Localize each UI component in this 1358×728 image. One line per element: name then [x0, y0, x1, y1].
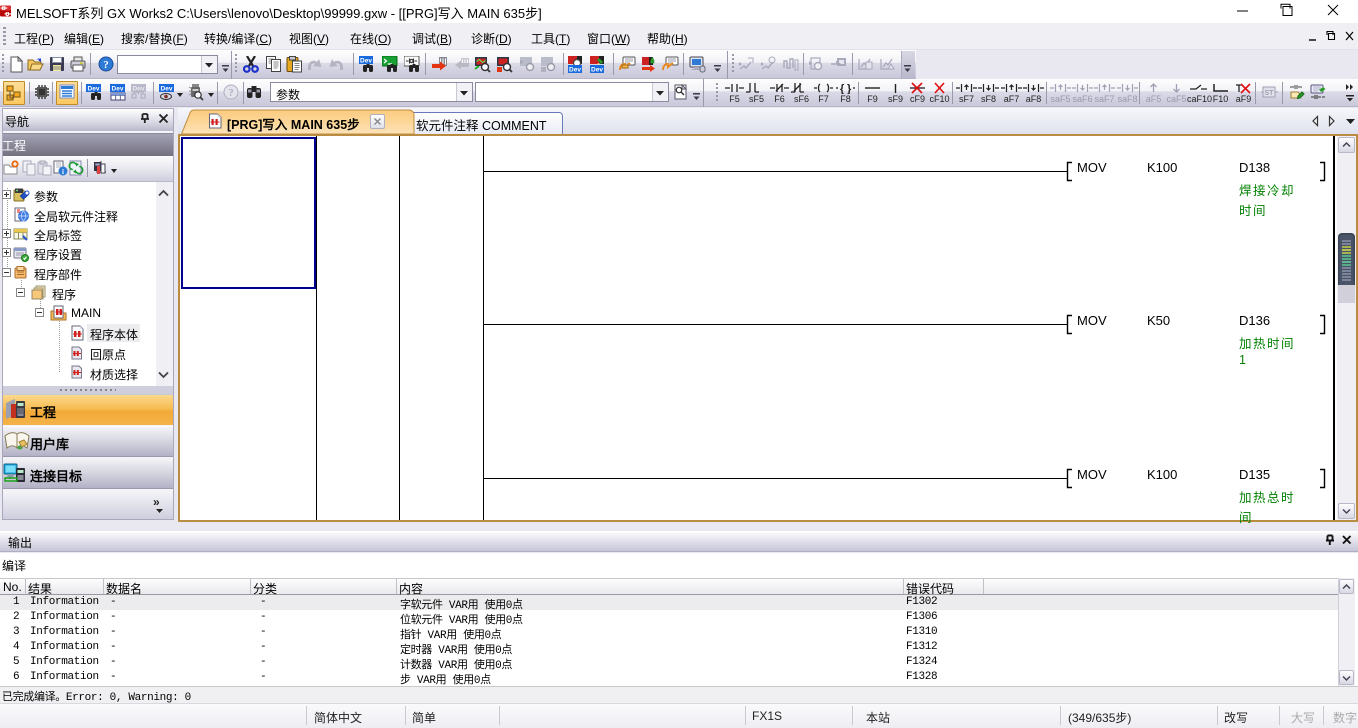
- svg-text:Dev: Dev: [569, 67, 581, 74]
- svg-text:Dev: Dev: [591, 67, 603, 74]
- svg-text:Dev: Dev: [88, 86, 100, 93]
- svg-text:ST: ST: [1265, 90, 1275, 97]
- svg-text:?: ?: [103, 59, 109, 71]
- svg-text:Dev: Dev: [161, 86, 173, 93]
- svg-text:{: {: [840, 83, 845, 94]
- svg-text:i: i: [62, 168, 64, 176]
- svg-text:Dev: Dev: [112, 86, 124, 93]
- svg-text:}: }: [847, 83, 852, 94]
- svg-text:Dev: Dev: [133, 86, 145, 93]
- svg-text:Dev: Dev: [360, 58, 372, 65]
- svg-text:?: ?: [228, 87, 234, 99]
